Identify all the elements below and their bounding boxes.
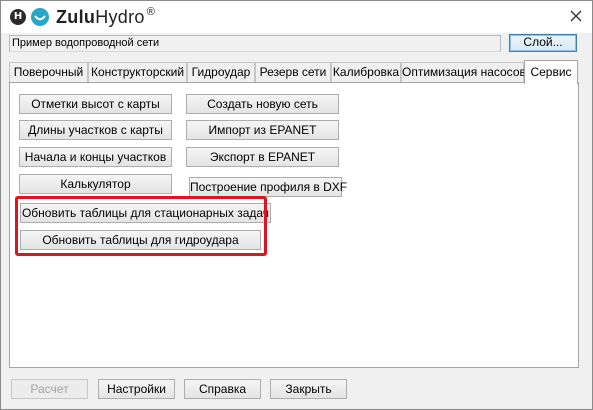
import-epanet-button[interactable]: Импорт из EPANET xyxy=(186,120,339,140)
highlight-frame xyxy=(15,196,267,256)
tab-calibration[interactable]: Калибровка xyxy=(331,62,401,82)
export-epanet-button[interactable]: Экспорт в EPANET xyxy=(186,147,339,167)
elevations-from-map-button[interactable]: Отметки высот с карты xyxy=(19,94,172,114)
tab-service[interactable]: Сервис xyxy=(524,60,578,84)
tab-verification[interactable]: Поверочный xyxy=(9,62,88,82)
settings-button[interactable]: Настройки xyxy=(98,379,175,399)
tab-water-hammer[interactable]: Гидроудар xyxy=(187,62,255,82)
app-title: ZuluHydro ® xyxy=(56,6,156,28)
trademark-sign: ® xyxy=(146,6,156,18)
help-button[interactable]: Справка xyxy=(184,379,261,399)
section-lengths-from-map-button[interactable]: Длины участков с карты xyxy=(19,120,172,140)
network-name-field: Пример водопроводной сети xyxy=(9,35,501,52)
section-endpoints-button[interactable]: Начала и концы участков xyxy=(19,147,172,167)
close-window-icon[interactable] xyxy=(567,7,585,25)
app-title-product: Hydro xyxy=(95,7,145,27)
title-bar: H ZuluHydro ® xyxy=(1,1,592,33)
tab-design[interactable]: Конструкторский xyxy=(88,62,187,82)
tab-network-reserve[interactable]: Резерв сети xyxy=(255,62,331,82)
close-button[interactable]: Закрыть xyxy=(270,379,347,399)
profile-dxf-button[interactable]: Построение профиля в DXF xyxy=(189,177,347,197)
tab-bar: Поверочный Конструкторский Гидроудар Рез… xyxy=(9,60,579,84)
zulu-logo-icon xyxy=(31,8,49,26)
app-window: H ZuluHydro ® Пример водопроводной сети С… xyxy=(0,0,593,410)
create-new-network-button[interactable]: Создать новую сеть xyxy=(186,94,339,114)
calculator-button[interactable]: Калькулятор xyxy=(19,174,172,194)
layer-button[interactable]: Слой... xyxy=(509,34,577,52)
tab-pump-optimization[interactable]: Оптимизация насосов xyxy=(401,62,526,82)
app-title-brand: Zulu xyxy=(56,7,96,27)
h-logo-icon: H xyxy=(10,9,26,25)
calculate-button[interactable]: Расчет xyxy=(11,379,88,399)
